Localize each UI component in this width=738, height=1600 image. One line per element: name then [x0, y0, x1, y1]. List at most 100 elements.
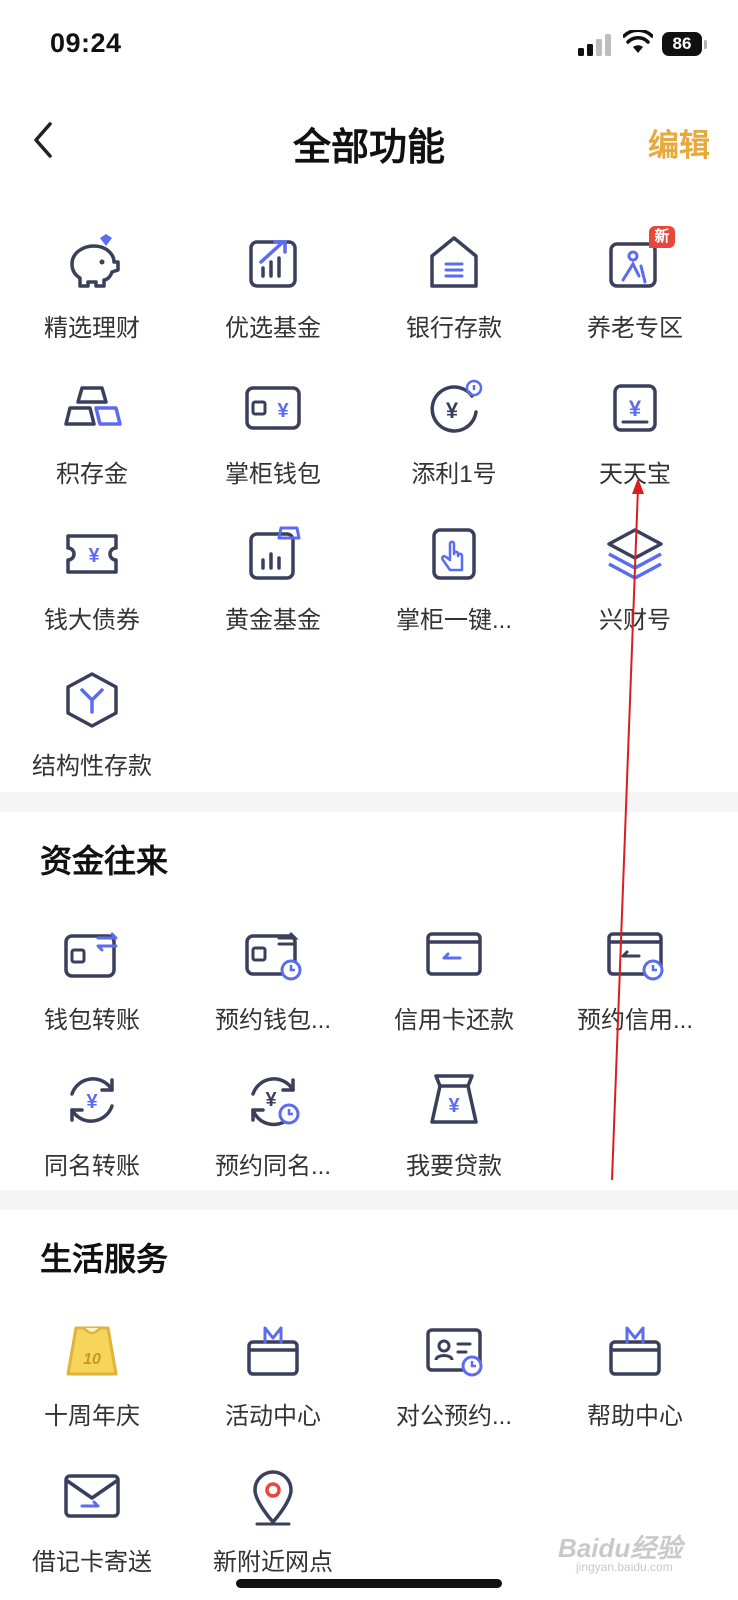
grid-item-wealth[interactable]: 兴财号 [543, 524, 727, 654]
wifi-icon [623, 30, 653, 53]
status-bar: 09:24 86 [0, 0, 738, 90]
battery-indicator: 86 [662, 32, 702, 56]
gold-bars-icon [64, 386, 122, 426]
location-pin-icon [253, 1470, 293, 1526]
signal-icon [578, 34, 616, 56]
wallet-schedule-icon [245, 932, 302, 981]
grid-item-label: 我要贷款 [406, 1153, 502, 1180]
status-time: 09:24 [50, 28, 122, 58]
bond-ticket-icon: ¥ [66, 534, 118, 574]
grid-item-label: 新附近网点 [213, 1549, 333, 1576]
grid-item-label: 十周年庆 [44, 1403, 140, 1430]
id-card-schedule-icon [426, 1328, 483, 1377]
grid-item-label: 精选理财 [44, 315, 140, 342]
loan-bag-icon: ¥ [430, 1074, 478, 1124]
grid-item-transfer[interactable]: 预约信用... [543, 924, 727, 1054]
grid-item-label: 活动中心 [225, 1403, 321, 1430]
transfer-section: 资金往来 钱包转账 预约钱包... 信用卡还款 预约信用... ¥ 同名转账 ¥ 预约同名..… [0, 812, 738, 1192]
grid-item-label: 钱大债券 [44, 607, 140, 634]
svg-text:10: 10 [83, 1351, 101, 1368]
home-indicator[interactable] [236, 1579, 502, 1588]
grid-item-label: 同名转账 [44, 1153, 140, 1180]
grid-item-wealth[interactable]: ¥ 掌柜钱包 [181, 378, 365, 508]
yen-cycle-schedule-icon: ¥ [251, 1077, 300, 1127]
grid-item-wealth[interactable]: ¥ 添利1号 [362, 378, 546, 508]
grid-item-label: 天天宝 [599, 461, 671, 488]
gold-fund-icon [249, 526, 301, 580]
battery-cap [704, 40, 707, 49]
grid-item-wealth[interactable]: 精选理财 [0, 232, 184, 362]
grid-item-label: 掌柜一键... [395, 607, 512, 634]
tap-finger-icon [432, 528, 476, 580]
envelope-icon [64, 1474, 120, 1518]
grid-item-label: 预约钱包... [214, 1007, 331, 1034]
grid-item-transfer[interactable]: 钱包转账 [0, 924, 184, 1054]
wallet-yen-icon: ¥ [245, 386, 301, 430]
anniversary-icon: 10 [66, 1326, 118, 1376]
page-title: 全部功能 [292, 127, 445, 169]
grid-item-label: 积存金 [56, 461, 128, 488]
grid-item-wealth[interactable]: 积存金 [0, 378, 184, 508]
transfer-section-title: 资金往来 [40, 843, 169, 879]
yen-document-icon: ¥ [613, 384, 657, 432]
piggy-bank-icon [70, 234, 120, 288]
grid-item-label: 预约同名... [214, 1153, 331, 1180]
grid-item-label: 对公预约... [395, 1403, 512, 1430]
svg-text:¥: ¥ [86, 1091, 98, 1113]
yen-cycle-icon: ¥ [70, 1077, 114, 1123]
life-section-title: 生活服务 [40, 1241, 169, 1277]
new-badge: 新 [649, 226, 675, 248]
grid-item-label: 结构性存款 [32, 753, 152, 780]
wallet-transfer-icon [64, 932, 118, 978]
grid-item-transfer[interactable]: ¥ 我要贷款 [362, 1070, 546, 1200]
grid-item-wealth[interactable]: 黄金基金 [181, 524, 365, 654]
grid-item-label: 养老专区 [587, 315, 683, 342]
grid-item-label: 兴财号 [599, 607, 671, 634]
layers-icon [607, 528, 663, 580]
grid-item-transfer[interactable]: ¥ 预约同名... [181, 1070, 365, 1200]
section-divider [0, 1190, 738, 1210]
svg-text:¥: ¥ [277, 400, 289, 422]
svg-text:¥: ¥ [446, 398, 459, 423]
yen-coin-icon: ¥ [430, 379, 483, 433]
grid-item-wealth[interactable]: 新养老专区 [543, 226, 727, 362]
edit-button[interactable]: 编辑 [648, 120, 710, 165]
gift-box-icon [609, 1326, 661, 1376]
grid-item-wealth[interactable]: 掌柜一键... [362, 524, 546, 654]
grid-item-life[interactable]: 帮助中心 [543, 1320, 727, 1450]
gift-box-icon [247, 1326, 299, 1376]
section-divider [0, 792, 738, 812]
grid-item-wealth[interactable]: 结构性存款 [0, 670, 184, 800]
grid-item-wealth[interactable]: 银行存款 [362, 232, 546, 362]
grid-item-wealth[interactable]: ¥ 天天宝 [543, 378, 727, 508]
grid-item-life[interactable]: 新附近网点 [181, 1466, 365, 1596]
svg-text:¥: ¥ [448, 1095, 460, 1117]
wealth-section: 精选理财 优选基金 银行存款 新养老专区积存金 ¥ 掌柜钱包 ¥ 添利1号 ¥ 天天宝 ¥ 钱大债券 黄… [0, 226, 738, 790]
grid-item-label: 掌柜钱包 [225, 461, 321, 488]
svg-text:¥: ¥ [265, 1089, 277, 1111]
grid-item-label: 信用卡还款 [394, 1007, 514, 1034]
svg-text:¥: ¥ [629, 396, 642, 421]
grid-item-life[interactable]: 活动中心 [181, 1320, 365, 1450]
fund-chart-icon [249, 240, 297, 288]
credit-card-icon [426, 932, 482, 976]
grid-item-wealth[interactable]: ¥ 钱大债券 [0, 524, 184, 654]
svg-text:¥: ¥ [88, 545, 100, 567]
grid-item-life[interactable]: 10 十周年庆 [0, 1320, 184, 1450]
credit-card-schedule-icon [607, 932, 664, 981]
grid-item-label: 添利1号 [411, 461, 497, 488]
grid-item-label: 帮助中心 [587, 1403, 683, 1430]
grid-item-label: 预约信用... [576, 1007, 693, 1034]
grid-item-life[interactable]: 借记卡寄送 [0, 1466, 184, 1596]
grid-item-wealth[interactable]: 优选基金 [181, 232, 365, 362]
grid-item-transfer[interactable]: 预约钱包... [181, 924, 365, 1054]
watermark-url: jingyan.baidu.com [576, 1560, 673, 1574]
grid-item-transfer[interactable]: ¥ 同名转账 [0, 1070, 184, 1200]
grid-item-life[interactable]: 对公预约... [362, 1320, 546, 1450]
grid-item-transfer[interactable]: 信用卡还款 [362, 924, 546, 1054]
grid-item-label: 借记卡寄送 [32, 1549, 152, 1576]
nav-bar: 全部功能 编辑 [0, 100, 738, 180]
bank-house-icon [430, 236, 478, 288]
hexagon-y-icon [66, 672, 118, 728]
grid-item-label: 银行存款 [406, 315, 502, 342]
